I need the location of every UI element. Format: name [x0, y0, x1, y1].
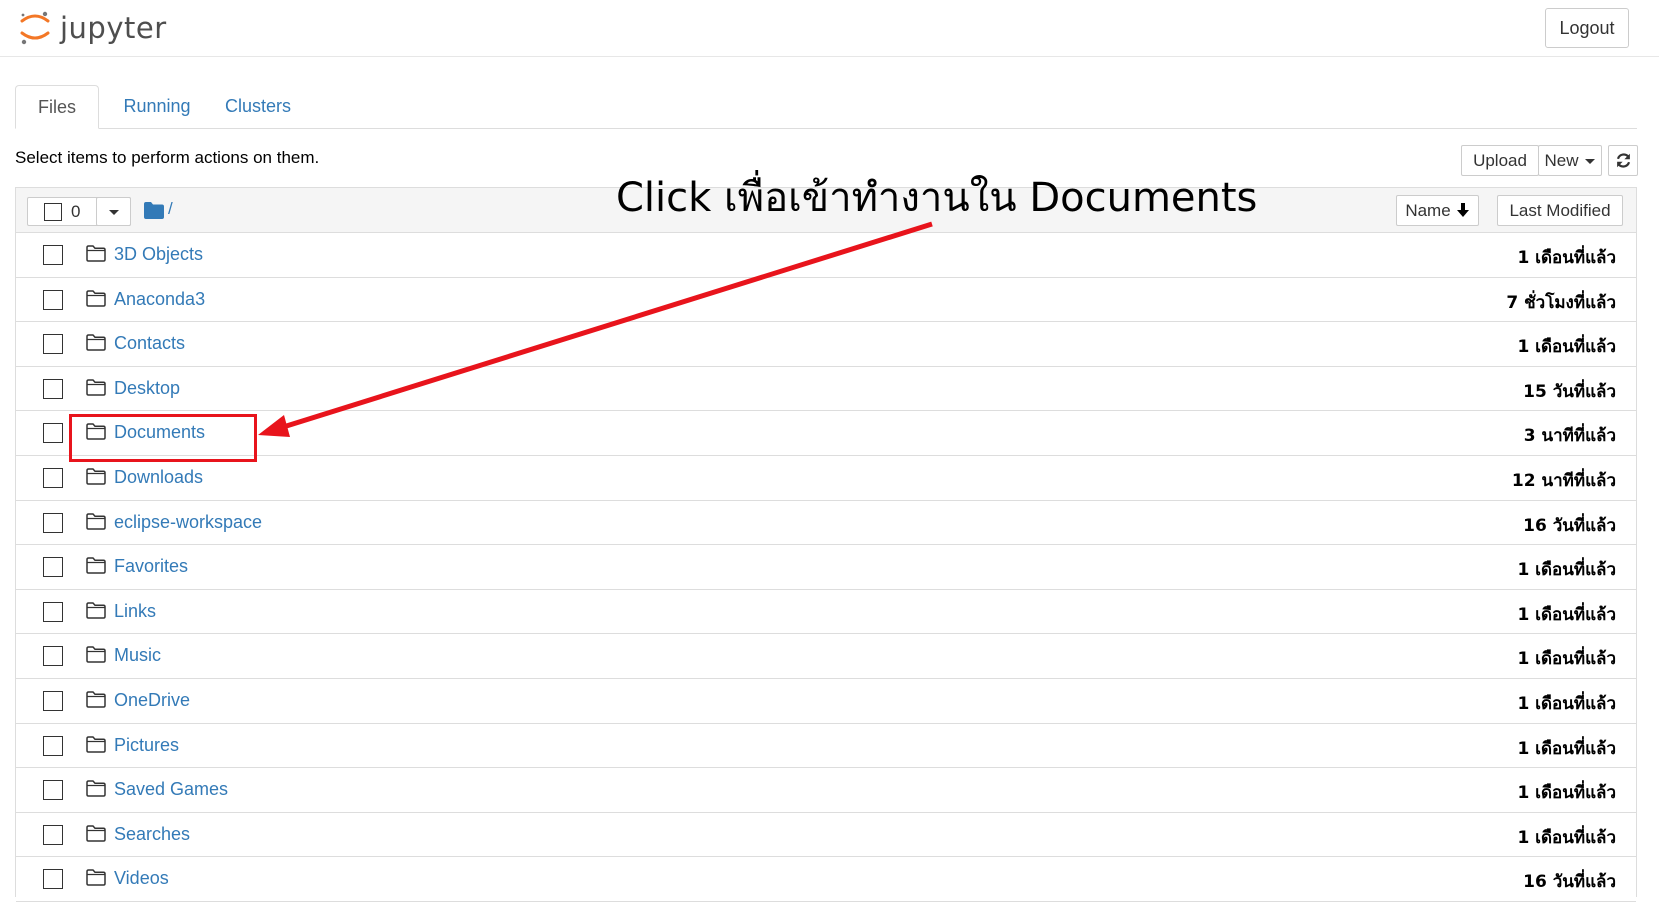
annotation-arrow — [258, 221, 933, 437]
